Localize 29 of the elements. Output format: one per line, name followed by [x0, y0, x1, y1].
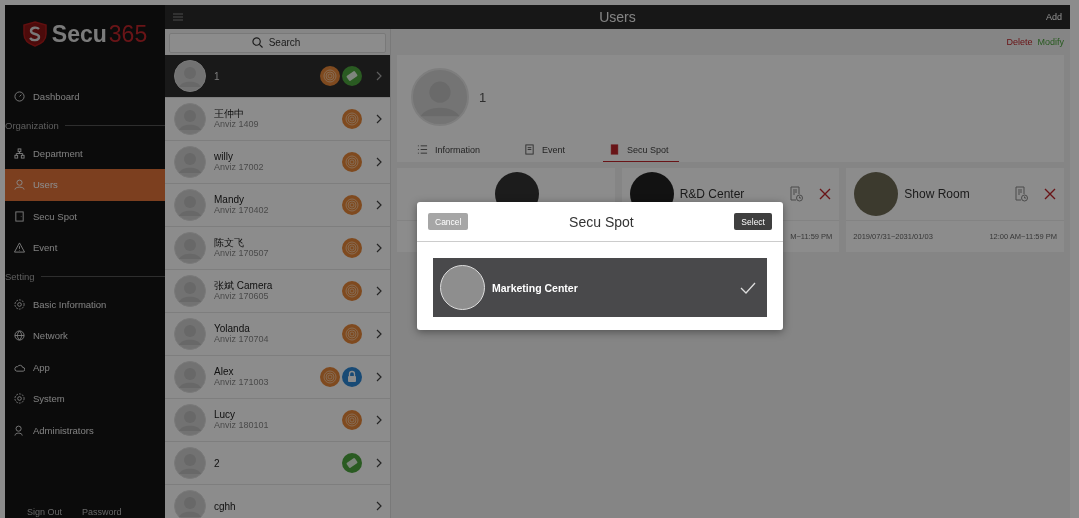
user-name: Mandy — [214, 194, 245, 205]
user-name: cghh — [214, 500, 237, 512]
page-title: Users — [599, 9, 636, 25]
user-id: Anviz 180101 — [214, 420, 270, 431]
user-id: Anviz 1409 — [214, 119, 260, 130]
user-name: 1 — [214, 70, 221, 82]
user-name: 2 — [214, 457, 221, 469]
user-name: Lucy — [214, 409, 237, 420]
user-id: Anviz 170402 — [214, 205, 270, 216]
user-name: 陈文飞 — [214, 237, 245, 248]
user-name: 张斌 Camera — [214, 280, 274, 291]
user-id: Anviz 170507 — [214, 248, 270, 259]
user-id: Anviz 170704 — [214, 334, 270, 345]
spot-name: Show Room — [904, 187, 971, 201]
section-label: Organization — [5, 119, 59, 131]
user-id: Anviz 170605 — [214, 291, 270, 302]
spot-name: Marketing Center — [492, 281, 579, 294]
user-id: Anviz 17002 — [214, 162, 265, 173]
user-name: willy — [214, 151, 233, 162]
user-name: Yolanda — [214, 323, 251, 334]
user-id: Anviz 171003 — [214, 377, 270, 388]
brand-suffix: 365 — [108, 20, 148, 48]
user-name: 王仲中 — [214, 108, 245, 119]
dialog-title: Secu Spot — [569, 213, 634, 230]
profile-name: 1 — [479, 89, 487, 105]
brand-name: Secu — [51, 20, 107, 48]
user-name: Alex — [214, 366, 235, 377]
section-label: Setting — [5, 270, 35, 282]
spot-name: R&D Center — [679, 187, 746, 201]
